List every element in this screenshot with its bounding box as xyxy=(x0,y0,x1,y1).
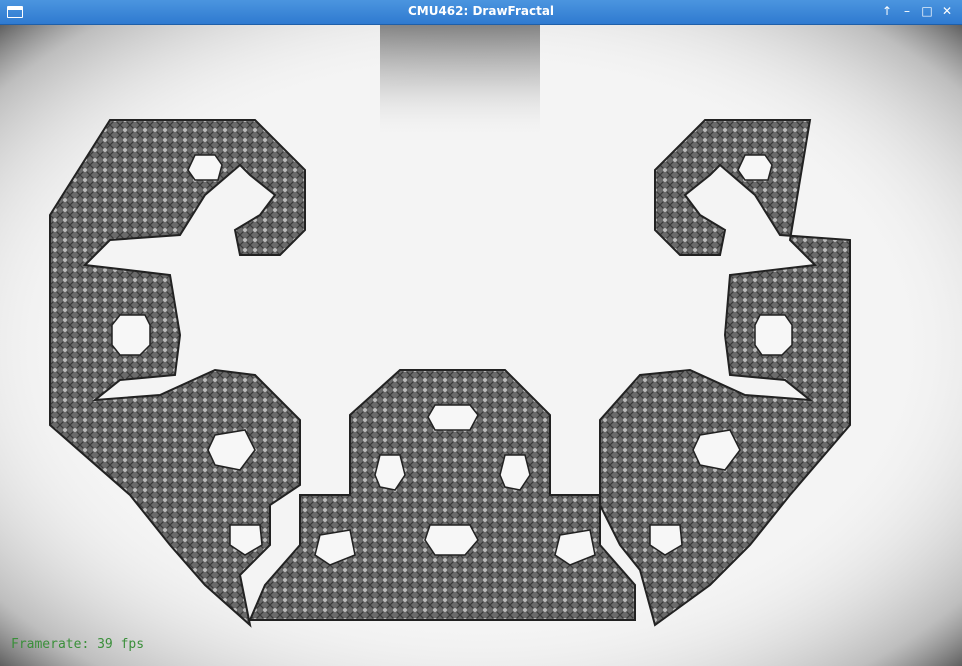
maximize-button[interactable]: □ xyxy=(920,3,934,19)
fractal-canvas[interactable]: Framerate: 39 fps xyxy=(0,25,962,666)
framerate-readout: Framerate: 39 fps xyxy=(11,637,145,652)
window-title: CMU462: DrawFractal xyxy=(407,4,555,18)
close-button[interactable]: ✕ xyxy=(940,3,954,19)
keep-above-button[interactable]: ↑ xyxy=(880,3,894,19)
fractal-render xyxy=(0,25,962,666)
app-window: CMU462: DrawFractal ↑ – □ ✕ Framerate: 3… xyxy=(0,0,962,666)
title-bar[interactable]: CMU462: DrawFractal ↑ – □ ✕ xyxy=(0,0,962,25)
window-controls: ↑ – □ ✕ xyxy=(880,3,954,19)
minimize-button[interactable]: – xyxy=(900,3,914,19)
